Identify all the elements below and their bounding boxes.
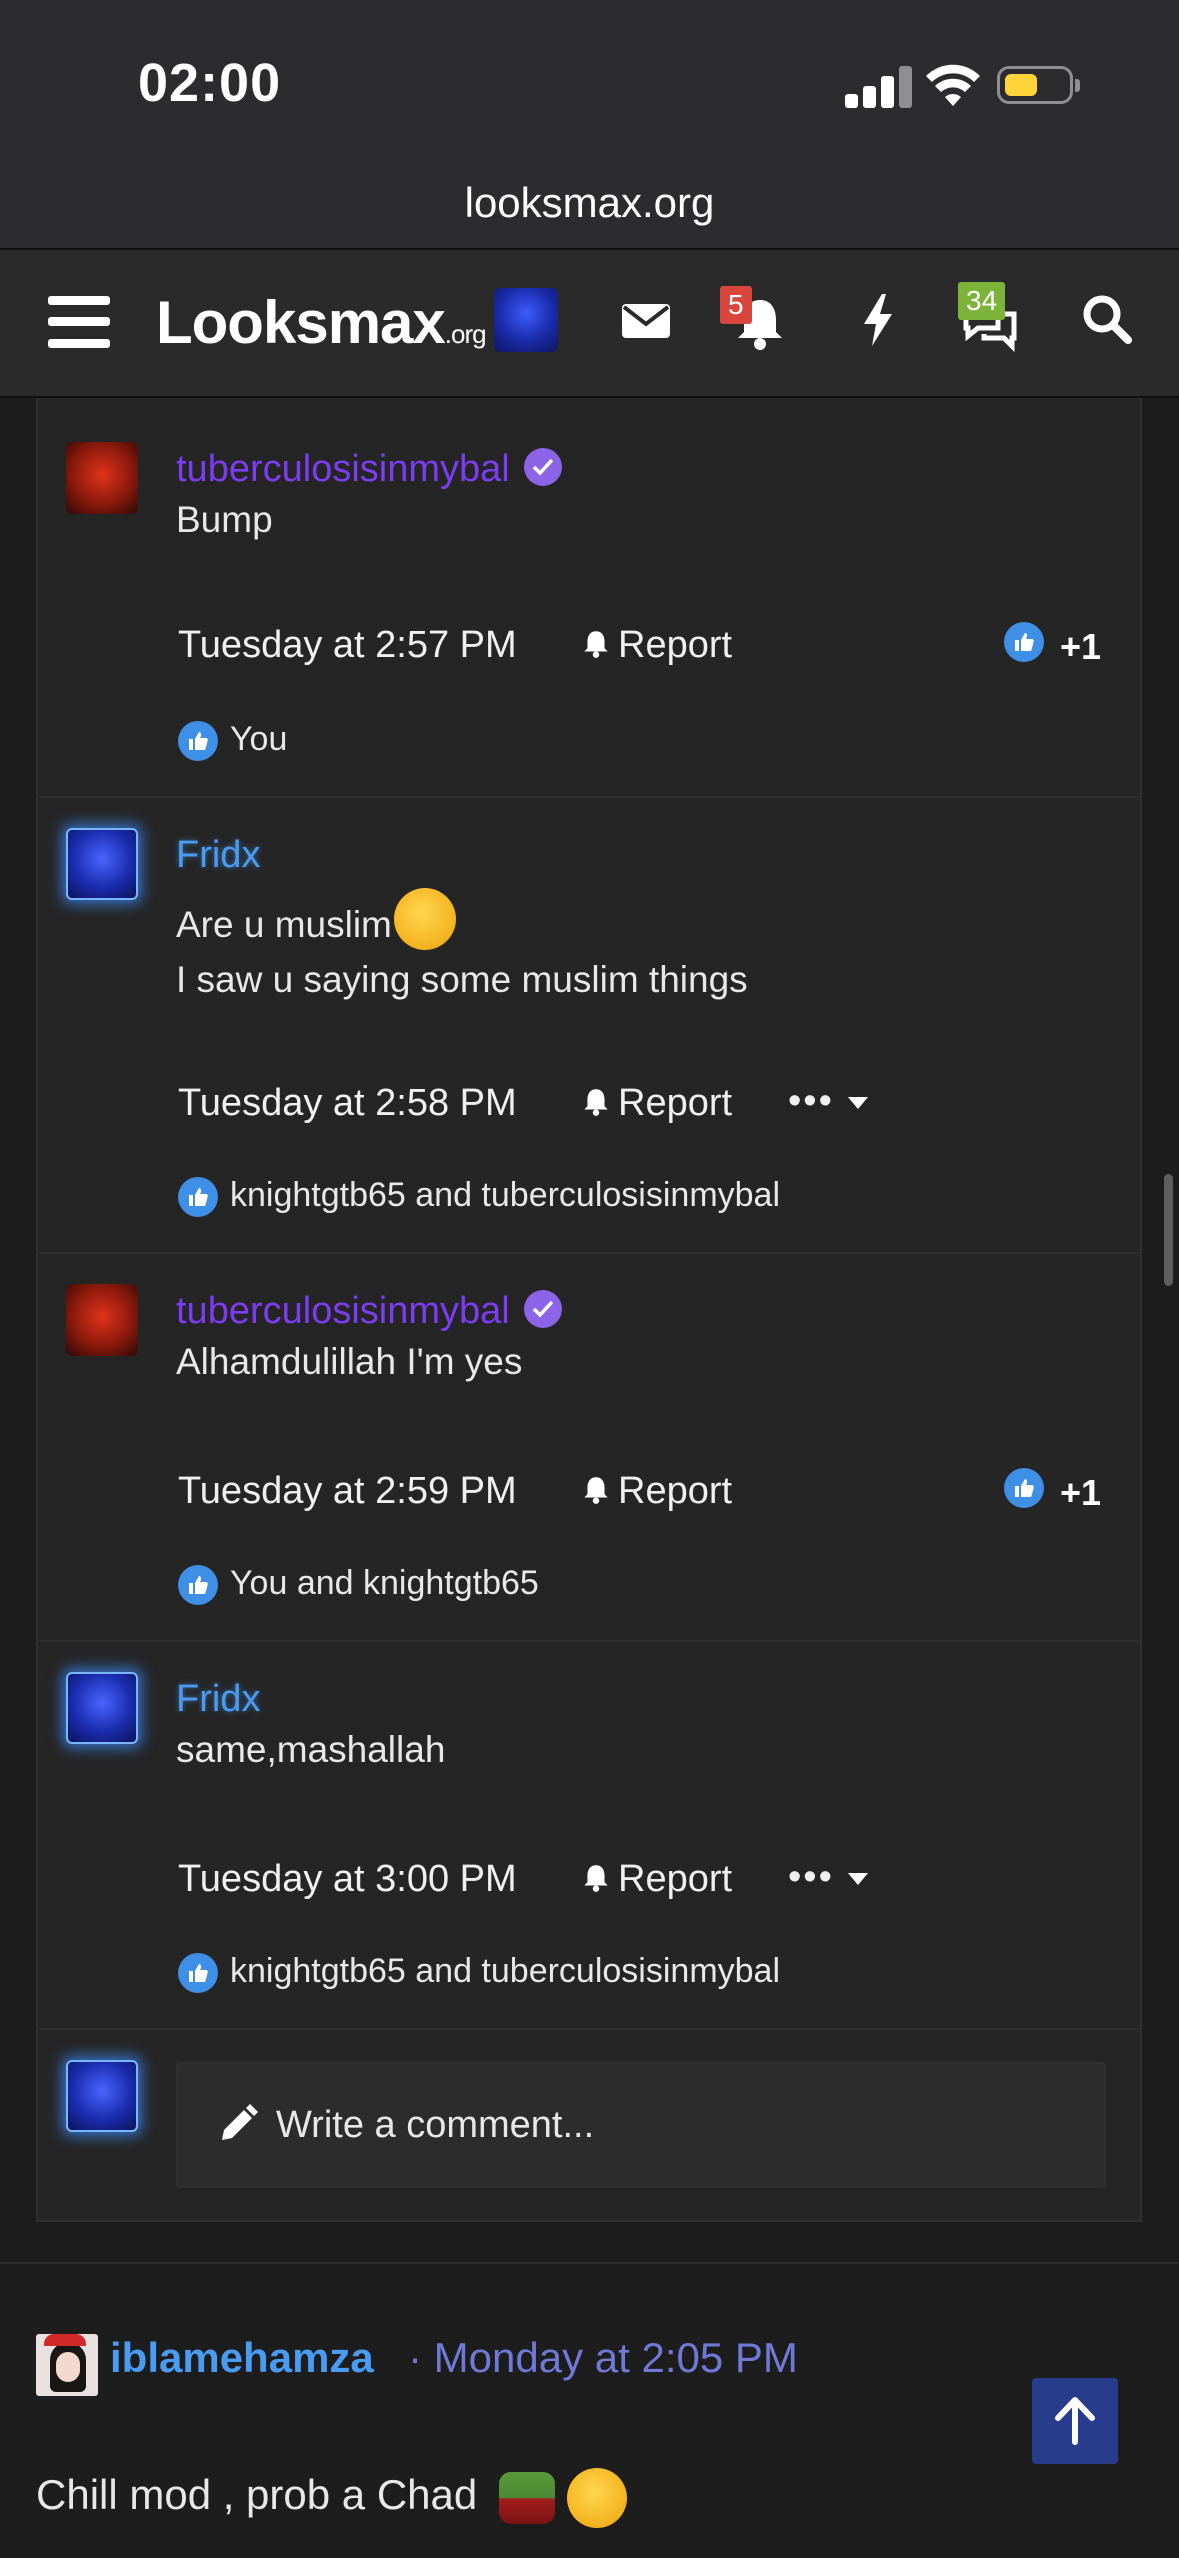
comment-avatar[interactable] [66,828,138,900]
comment-text: Are u muslim [176,903,392,945]
pencil-icon [222,2104,258,2140]
comment-author[interactable]: Fridx [176,834,260,877]
comment-item: tuberculosisinmybal Alhamdulillah I'm ye… [36,1254,1142,1642]
bell-icon [584,1089,608,1116]
liked-by-text: knightgtb65 and tuberculosisinmybal [230,1176,781,1214]
comment-author[interactable]: tuberculosisinmybal [176,447,562,491]
thinking-face-emoji [393,888,456,950]
reaction-count[interactable]: +1 [1060,1472,1101,1514]
report-button[interactable]: Report [580,1858,732,1901]
comment-date[interactable]: Tuesday at 2:58 PM [178,1082,517,1125]
comment-item: Fridx same,mashallah Tuesday at 3:00 PM … [36,1642,1142,2030]
comment-author[interactable]: tuberculosisinmybal [176,1289,562,1333]
bell-icon [584,1865,608,1892]
arrow-up-icon [1055,2397,1095,2445]
thumbs-up-icon [178,721,218,762]
report-button[interactable]: Report [580,624,732,667]
author-name[interactable]: tuberculosisinmybal [176,448,510,490]
chevron-down-icon [848,1872,869,1885]
comment-text-line: Are u muslim [176,888,456,958]
comment-avatar[interactable] [66,442,138,514]
liked-by-text: You [230,720,288,758]
reactions-summary[interactable]: knightgtb65 and tuberculosisinmybal [178,1952,781,1994]
verified-badge-icon [523,447,562,486]
comment-avatar[interactable] [66,1284,138,1356]
status-time: 02:00 [138,53,282,113]
scrollbar[interactable] [1164,1174,1173,1286]
bell-icon [584,1477,608,1504]
comment-text: same,mashallah [176,1729,446,1770]
more-dots: ••• [788,1856,834,1898]
site-logo[interactable]: Looksmax.org [156,288,487,357]
comment-text: I saw u saying some muslim things [176,959,748,1000]
thumbs-up-icon [178,1953,218,1994]
author-name[interactable]: tuberculosisinmybal [176,1290,510,1332]
conversations-badge: 34 [958,282,1006,320]
date-separator: · [408,2334,422,2381]
liked-by-text: You and knightgtb65 [230,1564,539,1602]
report-label: Report [618,1470,733,1512]
battery-icon [997,66,1080,104]
more-dots: ••• [788,1080,834,1122]
more-options-button[interactable]: ••• [788,1856,870,1899]
post-item: iblamehamza · Monday at 2:05 PM Chill mo… [0,2262,1179,2558]
comment-text: Bump [176,499,273,540]
post-date-text: Monday at 2:05 PM [433,2334,798,2381]
status-bar: 02:00 [0,0,1179,170]
post-author-avatar[interactable] [36,2334,98,2396]
logo-suffix: .org [444,319,487,349]
verified-badge-icon [523,1289,562,1328]
current-user-avatar [66,2060,138,2132]
url-text: looksmax.org [464,179,715,226]
lightning-icon[interactable] [848,290,908,350]
chevron-down-icon [848,1096,869,1109]
post-text: Chill mod , prob a Chad [36,2471,478,2519]
bell-icon [584,631,608,658]
comment-text: Alhamdulillah I'm yes [176,1341,523,1382]
reactions-summary[interactable]: You [178,720,288,762]
liked-by-text: knightgtb65 and tuberculosisinmybal [230,1952,781,1990]
thumbs-up-icon [178,1565,218,1606]
wifi-icon [926,64,980,106]
like-button[interactable] [1004,622,1044,662]
reaction-count[interactable]: +1 [1060,626,1101,668]
reactions-summary[interactable]: knightgtb65 and tuberculosisinmybal [178,1176,781,1218]
report-button[interactable]: Report [580,1082,732,1125]
report-label: Report [618,1082,733,1124]
envelope-icon[interactable] [616,290,676,350]
report-button[interactable]: Report [580,1470,732,1513]
user-avatar[interactable] [494,288,558,352]
logo-text: Looksmax [156,289,446,356]
like-button[interactable] [1004,1468,1044,1508]
comment-date[interactable]: Tuesday at 2:59 PM [178,1470,517,1513]
search-icon[interactable] [1078,290,1138,350]
reactions-summary[interactable]: You and knightgtb65 [178,1564,539,1606]
post-date[interactable]: · Monday at 2:05 PM [408,2334,798,2382]
comment-item: Fridx Are u muslim I saw u saying some m… [36,798,1142,1254]
report-label: Report [618,1858,733,1900]
post-body: Chill mod , prob a Chad [36,2468,627,2528]
more-options-button[interactable]: ••• [788,1080,870,1123]
comment-avatar[interactable] [66,1672,138,1744]
post-author[interactable]: iblamehamza [110,2334,374,2382]
comment-item: tuberculosisinmybal Bump Tuesday at 2:57… [36,398,1142,798]
write-comment-input[interactable]: Write a comment... [176,2062,1106,2188]
site-header: Looksmax.org 5 34 [0,248,1179,398]
thumbs-up-icon [1004,622,1044,662]
pleading-face-emoji [566,2468,627,2528]
comment-date[interactable]: Tuesday at 2:57 PM [178,624,517,667]
pepe-emoji [498,2472,555,2524]
alerts-badge: 5 [720,286,752,324]
address-bar[interactable]: looksmax.org [0,170,1179,248]
thumbs-up-icon [178,1177,218,1218]
thumbs-up-icon [1004,1468,1044,1508]
cellular-signal-icon [845,64,915,108]
scroll-to-top-button[interactable] [1032,2378,1118,2464]
write-comment-placeholder: Write a comment... [276,2104,595,2146]
menu-icon[interactable] [48,296,110,348]
report-label: Report [618,624,733,666]
comment-author[interactable]: Fridx [176,1678,260,1721]
comment-date[interactable]: Tuesday at 3:00 PM [178,1858,517,1901]
